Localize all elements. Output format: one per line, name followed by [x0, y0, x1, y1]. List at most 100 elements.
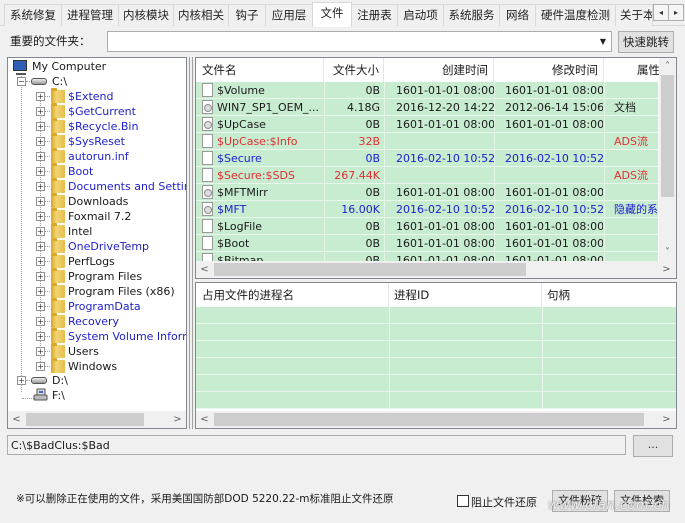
tab-hardware-temperature[interactable]: 硬件温度检测	[535, 4, 616, 26]
tree-node-folder[interactable]: + Windows	[8, 358, 186, 374]
scrollbar-thumb[interactable]	[661, 75, 674, 197]
expand-icon[interactable]: +	[36, 227, 45, 236]
dropdown-arrow-icon[interactable]: ▼	[597, 35, 609, 48]
expand-icon[interactable]: +	[36, 302, 45, 311]
expand-icon[interactable]: +	[36, 137, 45, 146]
column-header-file-size[interactable]: 文件大小	[324, 58, 384, 82]
expand-icon[interactable]: +	[36, 242, 45, 251]
tab-about[interactable]: 关于本	[615, 4, 653, 26]
file-row[interactable]: $Volume 0B 1601-01-01 08:00 1601-01-01 08:0…	[196, 82, 658, 99]
tree-node-folder[interactable]: + autorun.inf	[8, 148, 186, 164]
expand-icon[interactable]: +	[36, 257, 45, 266]
tree-node-folder[interactable]: + Program Files (x86)	[8, 283, 186, 299]
tree-node-folder[interactable]: + $GetCurrent	[8, 103, 186, 119]
tab-kernel-related[interactable]: 内核相关	[173, 4, 229, 26]
tab-application-layer[interactable]: 应用层	[265, 4, 313, 26]
scroll-right-arrow-icon[interactable]: >	[169, 411, 186, 428]
expand-icon[interactable]: +	[36, 362, 45, 371]
expand-icon[interactable]: +	[36, 107, 45, 116]
expand-icon[interactable]: +	[36, 122, 45, 131]
scrollbar-thumb[interactable]	[214, 263, 526, 276]
tree-node-folder[interactable]: + OneDriveTemp	[8, 238, 186, 254]
process-list-horizontal-scrollbar[interactable]: < >	[196, 411, 676, 428]
tree-node-drive-d[interactable]: + D:\	[8, 373, 186, 388]
file-row[interactable]: $Secure:$SDS 267.44K ADS流	[196, 167, 658, 184]
tree-node-folder[interactable]: + Documents and Settin	[8, 178, 186, 194]
scroll-right-arrow-icon[interactable]: >	[658, 411, 675, 428]
scroll-left-arrow-icon[interactable]: <	[8, 411, 25, 428]
scroll-left-arrow-icon[interactable]: <	[196, 261, 213, 278]
file-row[interactable]: $Secure 0B 2016-02-10 10:52 2016-02-10 10:5…	[196, 150, 658, 167]
tree-node-folder[interactable]: + Users	[8, 343, 186, 359]
expand-icon[interactable]: +	[36, 92, 45, 101]
tab-hooks[interactable]: 钩子	[228, 4, 266, 26]
tree-node-my-computer[interactable]: My Computer	[8, 59, 186, 75]
column-header-attributes[interactable]: 属性	[604, 58, 660, 82]
tree-node-folder[interactable]: + Foxmail 7.2	[8, 208, 186, 224]
expand-icon[interactable]: +	[36, 287, 45, 296]
tab-system-repair[interactable]: 系统修复	[4, 4, 62, 26]
tree-node-folder[interactable]: + Recovery	[8, 313, 186, 329]
tree-node-drive-f[interactable]: F:\	[8, 388, 186, 403]
scroll-left-arrow-icon[interactable]: <	[196, 411, 213, 428]
expand-icon[interactable]: +	[36, 182, 45, 191]
tree-node-folder[interactable]: + Boot	[8, 163, 186, 179]
important-folder-combo[interactable]: ▼	[107, 31, 612, 52]
tree-node-folder[interactable]: + System Volume Inform	[8, 328, 186, 344]
expand-icon[interactable]: +	[36, 197, 45, 206]
tab-system-services[interactable]: 系统服务	[443, 4, 500, 26]
tree-node-folder[interactable]: + $Recycle.Bin	[8, 118, 186, 134]
prevent-restore-label[interactable]: 阻止文件还原	[471, 494, 537, 510]
tree-node-folder[interactable]: + Intel	[8, 223, 186, 239]
tab-kernel-modules[interactable]: 内核模块	[118, 4, 174, 26]
tab-scroll-right-button[interactable]: ▸	[668, 4, 684, 21]
expand-icon[interactable]: +	[36, 167, 45, 176]
expand-icon[interactable]: +	[36, 152, 45, 161]
expand-icon[interactable]: +	[36, 347, 45, 356]
process-list[interactable]: 占用文件的进程名 进程ID 句柄 < >	[195, 282, 677, 429]
file-row[interactable]: $LogFile 0B 1601-01-01 08:00 1601-01-01 08:…	[196, 218, 658, 235]
file-row[interactable]: $MFTMirr 0B 1601-01-01 08:00 1601-01-01 08:…	[196, 184, 658, 201]
column-header-created-time[interactable]: 创建时间	[384, 58, 494, 82]
column-header-modified-time[interactable]: 修改时间	[494, 58, 604, 82]
scroll-up-arrow-icon[interactable]: ˄	[659, 58, 676, 75]
tree-horizontal-scrollbar[interactable]: < >	[8, 411, 186, 428]
tree-node-folder[interactable]: + PerfLogs	[8, 253, 186, 269]
file-path-field[interactable]	[7, 435, 626, 455]
file-row[interactable]: $UpCase 0B 1601-01-01 08:00 1601-01-01 08:0…	[196, 116, 658, 133]
important-folder-input[interactable]	[108, 32, 588, 51]
expand-icon[interactable]: +	[17, 376, 26, 385]
file-row[interactable]: $UpCase:$Info 32B ADS流	[196, 133, 658, 150]
scrollbar-thumb[interactable]	[214, 413, 644, 426]
file-list[interactable]: 文件名 文件大小 创建时间 修改时间 属性 $Volume 0B 1601-01-0…	[195, 57, 677, 279]
tab-scroll-left-button[interactable]: ◂	[653, 4, 669, 21]
file-row[interactable]: WIN7_SP1_OEM_... 4.18G 2016-12-20 14:22 201…	[196, 99, 658, 116]
quick-jump-button[interactable]: 快速跳转	[618, 31, 674, 53]
scrollbar-thumb[interactable]	[26, 413, 144, 426]
column-header-process-name[interactable]: 占用文件的进程名	[196, 283, 389, 307]
tree-node-folder[interactable]: + Program Files	[8, 268, 186, 284]
tree-node-folder[interactable]: + $Extend	[8, 88, 186, 104]
browse-button[interactable]: ...	[633, 435, 673, 457]
expand-icon[interactable]: +	[36, 317, 45, 326]
column-header-handle[interactable]: 句柄	[542, 283, 676, 307]
tree-node-folder[interactable]: + $SysReset	[8, 133, 186, 149]
file-row[interactable]: $MFT 16.00K 2016-02-10 10:52 2016-02-10 10:…	[196, 201, 658, 218]
checkbox-box[interactable]	[457, 495, 469, 507]
folder-tree[interactable]: My Computer − C:\ + $Extend + $GetCurrent + $…	[7, 57, 187, 429]
tab-network[interactable]: 网络	[499, 4, 536, 26]
tab-startup-items[interactable]: 启动项	[397, 4, 444, 26]
tree-node-folder[interactable]: + ProgramData	[8, 298, 186, 314]
file-list-horizontal-scrollbar[interactable]: < >	[196, 261, 676, 278]
tab-process-manager[interactable]: 进程管理	[61, 4, 119, 26]
tab-registry[interactable]: 注册表	[351, 4, 398, 26]
collapse-icon[interactable]: −	[17, 77, 26, 86]
file-list-vertical-scrollbar[interactable]: ˄ ˅	[659, 58, 676, 261]
column-header-process-id[interactable]: 进程ID	[389, 283, 542, 307]
scroll-down-arrow-icon[interactable]: ˅	[659, 244, 676, 261]
expand-icon[interactable]: +	[36, 332, 45, 341]
tree-node-folder[interactable]: + Downloads	[8, 193, 186, 209]
expand-icon[interactable]: +	[36, 212, 45, 221]
panel-splitter[interactable]	[189, 57, 193, 429]
tab-file[interactable]: 文件	[312, 2, 352, 27]
